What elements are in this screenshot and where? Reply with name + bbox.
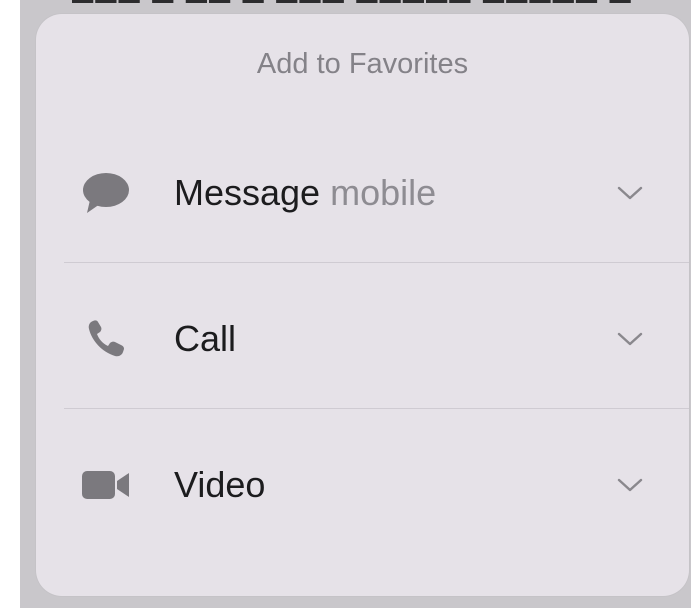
sheet-title: Add to Favorites	[256, 48, 469, 80]
favorites-option-message[interactable]: Message mobile	[36, 120, 689, 266]
chevron-down-icon[interactable]	[614, 177, 646, 209]
call-label: Call	[174, 318, 237, 359]
screen: ▀▀▀ ▀ ▀▀ ▀ ▀▀▀ ▀▀▀▀▀ ▀▀▀▀▀ ▀ Add to Favo…	[0, 0, 691, 608]
favorites-option-video[interactable]: Video	[36, 412, 689, 558]
message-label: Message	[174, 172, 321, 213]
video-camera-icon	[78, 457, 134, 513]
phone-icon	[78, 311, 134, 367]
message-sublabel: mobile	[330, 172, 437, 213]
message-bubble-icon	[78, 165, 134, 221]
video-label: Video	[174, 464, 266, 505]
favorites-option-call[interactable]: Call	[36, 266, 689, 412]
row-divider	[64, 262, 689, 263]
row-divider	[64, 408, 689, 409]
add-to-favorites-sheet: Add to Favorites Message mobile Call Vid…	[36, 14, 689, 596]
chevron-down-icon[interactable]	[614, 323, 646, 355]
chevron-down-icon[interactable]	[614, 469, 646, 501]
option-label-message: Message mobile	[174, 172, 436, 214]
